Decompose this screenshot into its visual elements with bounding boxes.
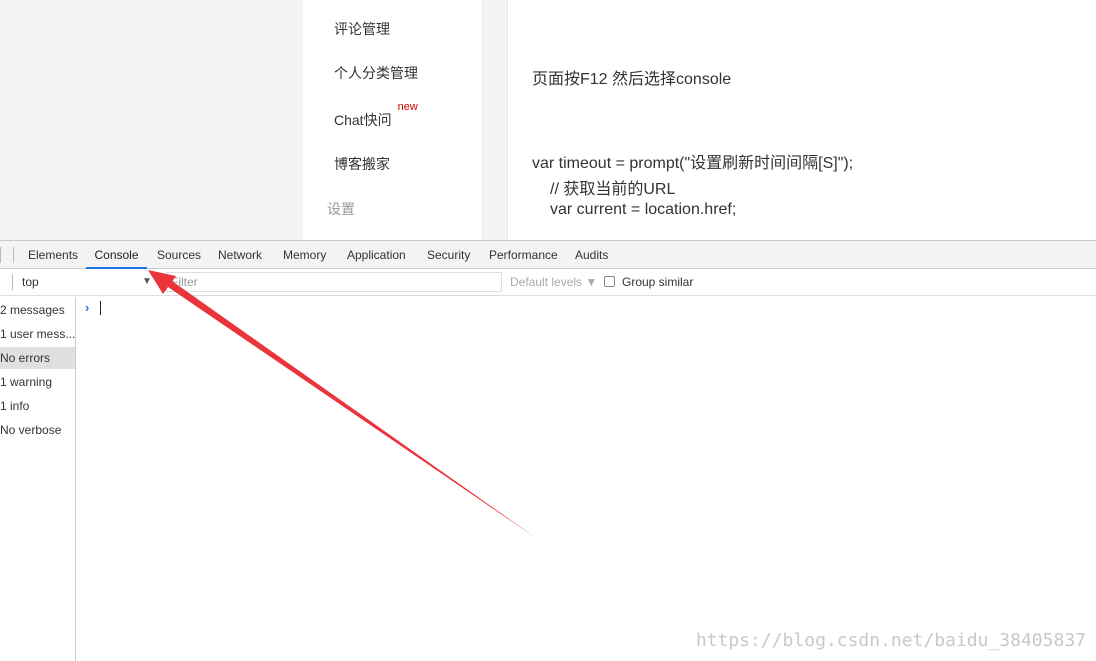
watermark: https://blog.csdn.net/baidu_38405837 bbox=[695, 630, 1086, 651]
tab-elements[interactable]: Elements bbox=[28, 241, 78, 269]
blog-admin-sidebar: 评论管理 个人分类管理 Chat快问 new 博客搬家 设置 bbox=[303, 0, 483, 240]
code-line: var current = location.href; bbox=[550, 201, 737, 218]
devtools-panel: Elements Console Sources Network Memory … bbox=[0, 240, 1096, 661]
prompt-chevron-icon: › bbox=[85, 300, 90, 315]
new-badge: new bbox=[397, 101, 418, 113]
tab-memory[interactable]: Memory bbox=[283, 241, 326, 269]
toolbar-separator bbox=[12, 274, 13, 290]
web-page: 评论管理 个人分类管理 Chat快问 new 博客搬家 设置 页面按F12 然后选… bbox=[0, 0, 1096, 240]
default-levels-dropdown[interactable]: Default levels ▼ bbox=[510, 275, 597, 289]
tab-audits[interactable]: Audits bbox=[575, 241, 608, 269]
dropdown-triangle-icon[interactable]: ▼ bbox=[142, 276, 152, 287]
tab-sources[interactable]: Sources bbox=[157, 241, 201, 269]
console-filter-bar: top ▼ Default levels ▼ Group similar bbox=[0, 269, 1096, 296]
sidebar-item-verbose[interactable]: No verbose bbox=[0, 419, 75, 441]
sidebar-item-messages[interactable]: 2 messages bbox=[0, 299, 75, 321]
sidebar-item-comment-management[interactable]: 评论管理 bbox=[334, 19, 390, 39]
devtools-tab-bar: Elements Console Sources Network Memory … bbox=[0, 241, 1096, 269]
console-output[interactable]: › bbox=[77, 297, 1096, 661]
group-similar-checkbox[interactable] bbox=[604, 276, 615, 287]
sidebar-item-category-management[interactable]: 个人分类管理 bbox=[334, 63, 418, 83]
sidebar-item-info[interactable]: 1 info bbox=[0, 395, 75, 417]
instruction-text: 页面按F12 然后选择console bbox=[532, 71, 732, 88]
dropdown-triangle-icon: ▼ bbox=[585, 275, 598, 289]
tab-network[interactable]: Network bbox=[218, 241, 262, 269]
tab-security[interactable]: Security bbox=[427, 241, 470, 269]
tab-performance[interactable]: Performance bbox=[489, 241, 558, 269]
sidebar-item-user-messages[interactable]: 1 user mess... bbox=[0, 323, 75, 345]
sidebar-item-errors[interactable]: No errors bbox=[0, 347, 75, 369]
console-sidebar: 2 messages 1 user mess... No errors 1 wa… bbox=[0, 297, 76, 661]
code-comment: // 获取当前的URL bbox=[550, 181, 676, 198]
group-similar-label[interactable]: Group similar bbox=[622, 275, 693, 289]
toolbar-separator bbox=[13, 247, 14, 263]
sidebar-item-blog-move[interactable]: 博客搬家 bbox=[334, 154, 390, 174]
sidebar-item-chat[interactable]: Chat快问 new bbox=[334, 101, 418, 130]
article-content: 页面按F12 然后选择console var timeout = prompt(… bbox=[508, 0, 1096, 240]
sidebar-item-warnings[interactable]: 1 warning bbox=[0, 371, 75, 393]
sidebar-section-settings: 设置 bbox=[327, 201, 355, 217]
filter-input[interactable] bbox=[166, 272, 502, 292]
console-input-caret[interactable] bbox=[100, 301, 101, 315]
tab-application[interactable]: Application bbox=[347, 241, 406, 269]
code-line: var timeout = prompt("设置刷新时间间隔[S]"); bbox=[532, 155, 854, 172]
toolbar-separator bbox=[0, 247, 1, 263]
context-selector[interactable]: top bbox=[22, 275, 39, 289]
tab-console[interactable]: Console bbox=[86, 241, 147, 269]
